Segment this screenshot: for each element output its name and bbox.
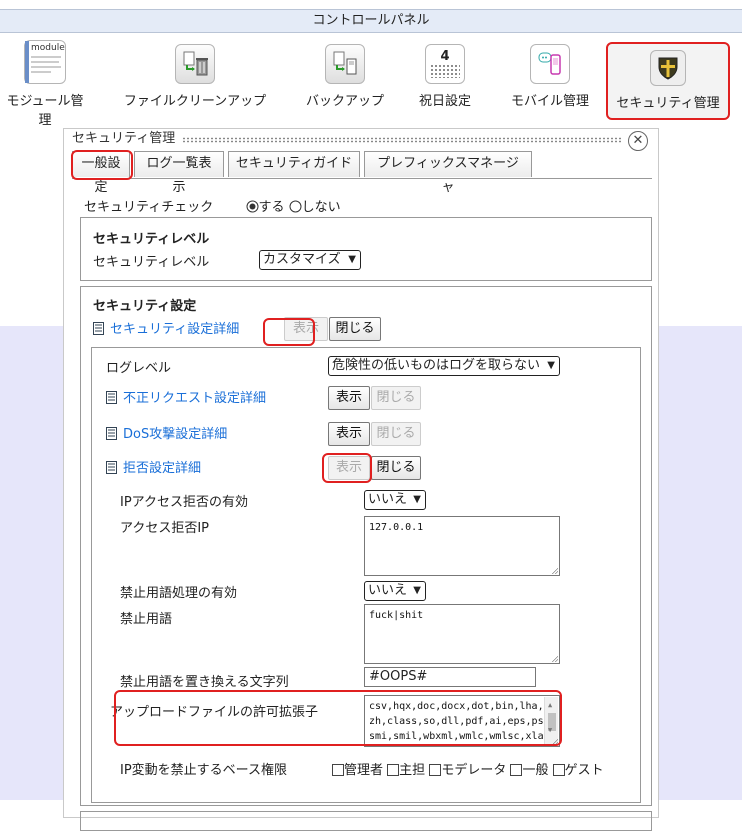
tab-security-guide[interactable]: セキュリティガイド (228, 151, 360, 177)
tool-mobile-management[interactable]: モバイル管理 (505, 34, 595, 109)
shield-icon (650, 50, 686, 86)
invalid-request-detail-link[interactable]: 不正リクエスト設定詳細 (123, 391, 266, 406)
tool-backup[interactable]: バックアップ (300, 34, 390, 109)
option-general: 一般 (522, 763, 549, 778)
security-settings-show-button[interactable]: 表示 (284, 317, 328, 341)
security-level-label: セキュリティレベル (93, 255, 210, 270)
replace-string-label: 禁止用語を置き換える文字列 (120, 675, 289, 690)
radio-off-icon[interactable] (289, 200, 302, 217)
security-settings-close-button[interactable]: 閉じる (329, 317, 381, 341)
panel-drag-handle[interactable] (182, 137, 622, 143)
tool-label: モジュール管理 (6, 94, 84, 128)
backup-icon (325, 44, 365, 84)
ip-change-base-options: 管理者 主担 モデレータ 一般 ゲスト (332, 759, 604, 780)
log-level-label: ログレベル (106, 361, 172, 376)
security-panel: セキュリティ管理 ✕ 一般設定 ログ一覧表示 セキュリティガイド プレフィックス… (63, 128, 659, 831)
checkbox-icon[interactable] (552, 764, 565, 780)
banned-words-enabled-select[interactable]: いいえ ▼ (364, 581, 426, 601)
tab-log-list[interactable]: ログ一覧表示 (134, 151, 224, 195)
tool-label: 祝日設定 (418, 94, 471, 109)
option-admin: 管理者 (344, 763, 384, 778)
banned-words-textarea[interactable]: fuck|shit (364, 604, 560, 664)
security-settings-detail-link[interactable]: セキュリティ設定詳細 (110, 322, 239, 337)
tool-holiday-settings[interactable]: 4 祝日設定 (410, 34, 480, 109)
security-level-section: セキュリティレベル セキュリティレベル カスタマイズ ▼ (80, 217, 652, 281)
tool-file-cleanup[interactable]: ファイルクリーンアップ (120, 34, 270, 109)
module-icon: module (24, 40, 66, 84)
file-cleanup-icon (175, 44, 215, 84)
deny-ip-label: アクセス拒否IP (120, 521, 210, 536)
header-title: コントロールパネル (312, 13, 430, 28)
close-icon[interactable]: ✕ (628, 131, 648, 151)
document-icon (106, 461, 117, 478)
mobile-icon (530, 44, 570, 84)
next-section (80, 811, 652, 831)
deny-close-button[interactable]: 閉じる (371, 456, 421, 480)
option-moderator: モデレータ (441, 763, 507, 778)
radio-on-icon[interactable] (246, 200, 259, 217)
tool-label: モバイル管理 (510, 94, 589, 109)
toolbar: module モジュール管理 ファイルクリーンアップ バックアップ 4 祝日設定… (0, 34, 742, 128)
ip-deny-enabled-label: IPアクセス拒否の有効 (120, 495, 249, 510)
log-level-select[interactable]: 危険性の低いものはログを取らない ▼ (328, 356, 560, 376)
calendar-icon: 4 (425, 44, 465, 84)
control-panel-header: コントロールパネル (0, 9, 742, 33)
tab-prefix-manager[interactable]: プレフィックスマネージャ (364, 151, 532, 195)
dos-close-button[interactable]: 閉じる (371, 422, 421, 446)
deny-ip-textarea[interactable]: 127.0.0.1 (364, 516, 560, 576)
checkbox-icon[interactable] (387, 764, 400, 780)
tool-label: バックアップ (305, 94, 384, 109)
banned-words-enabled-label: 禁止用語処理の有効 (120, 586, 238, 601)
invalid-request-show-button[interactable]: 表示 (328, 386, 370, 410)
tool-security-management[interactable]: セキュリティ管理 (606, 42, 730, 120)
tab-general[interactable]: 一般設定 (72, 151, 130, 195)
ip-deny-enabled-select[interactable]: いいえ ▼ (364, 490, 426, 510)
security-level-select[interactable]: カスタマイズ ▼ (259, 250, 361, 270)
tool-label: セキュリティ管理 (616, 96, 720, 111)
allowed-ext-textarea[interactable]: csv,hqx,doc,docx,dot,bin,lha,l zh,class,… (364, 695, 560, 747)
tool-label: ファイルクリーンアップ (123, 94, 267, 109)
dos-detail-link[interactable]: DoS攻撃設定詳細 (123, 427, 227, 442)
deny-detail-link[interactable]: 拒否設定詳細 (123, 461, 201, 476)
checkbox-icon[interactable] (510, 764, 523, 780)
dos-show-button[interactable]: 表示 (328, 422, 370, 446)
document-icon (106, 391, 117, 408)
security-check-option-on: する (258, 200, 285, 215)
replace-string-input[interactable]: #OOPS# (364, 667, 536, 687)
panel-title: セキュリティ管理 (72, 131, 176, 146)
tool-module-management[interactable]: module モジュール管理 (0, 34, 90, 128)
security-settings-detail: セキュリティ設定詳細 (93, 318, 239, 339)
tab-divider (72, 178, 652, 179)
security-detail-section: ログレベル 危険性の低いものはログを取らない ▼ 不正リクエスト設定詳細 表示 閉… (91, 347, 641, 803)
security-check-label: セキュリティチェック (84, 200, 214, 215)
security-settings-section: セキュリティ設定 セキュリティ設定詳細 表示 閉じる ログレベル 危険性の低いも… (80, 286, 652, 806)
security-settings-heading: セキュリティ設定 (93, 299, 197, 314)
dos-detail: DoS攻撃設定詳細 (106, 423, 227, 444)
deny-detail: 拒否設定詳細 (106, 457, 201, 478)
ip-change-base-label: IP変動を禁止するベース権限 (120, 763, 288, 778)
invalid-request-close-button[interactable]: 閉じる (371, 386, 421, 410)
deny-show-button[interactable]: 表示 (328, 456, 370, 480)
banned-words-label: 禁止用語 (120, 612, 173, 627)
security-check-row: セキュリティチェック する しない (84, 196, 341, 217)
invalid-request-detail: 不正リクエスト設定詳細 (106, 387, 266, 408)
allowed-ext-label: アップロードファイルの許可拡張子 (110, 705, 319, 720)
security-check-option-off: しない (301, 200, 341, 215)
option-chief: 主担 (399, 763, 426, 778)
document-icon (106, 427, 117, 444)
security-level-heading: セキュリティレベル (93, 232, 210, 247)
checkbox-icon[interactable] (332, 764, 344, 780)
checkbox-icon[interactable] (429, 764, 442, 780)
option-guest: ゲスト (564, 763, 604, 778)
document-icon (93, 322, 104, 339)
